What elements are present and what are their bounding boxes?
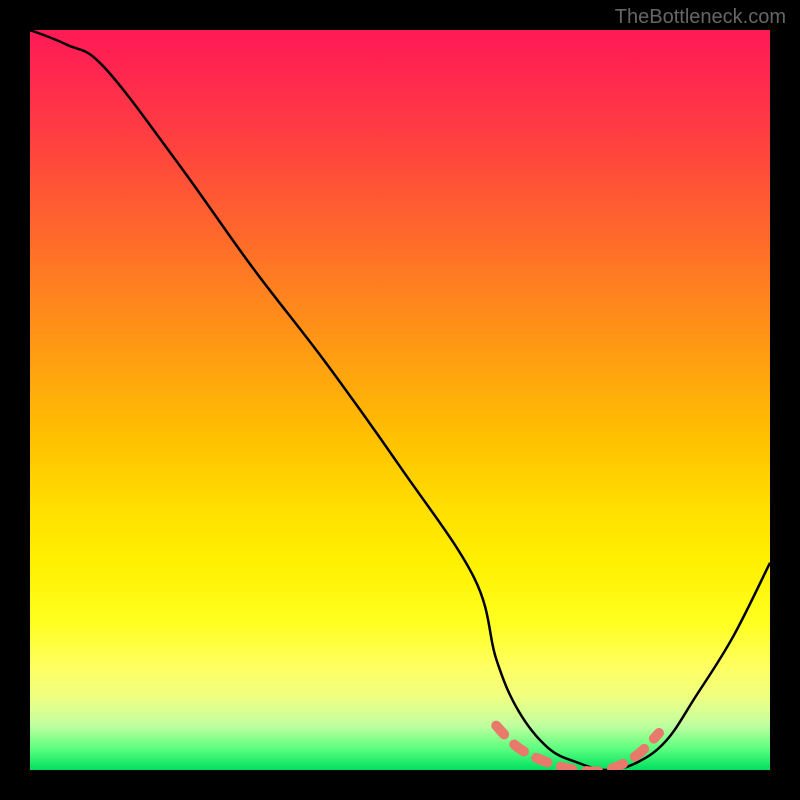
bottleneck-curve [30,30,770,770]
watermark-text: TheBottleneck.com [615,6,786,29]
chart-plot-area [30,30,770,770]
chart-svg [30,30,770,770]
